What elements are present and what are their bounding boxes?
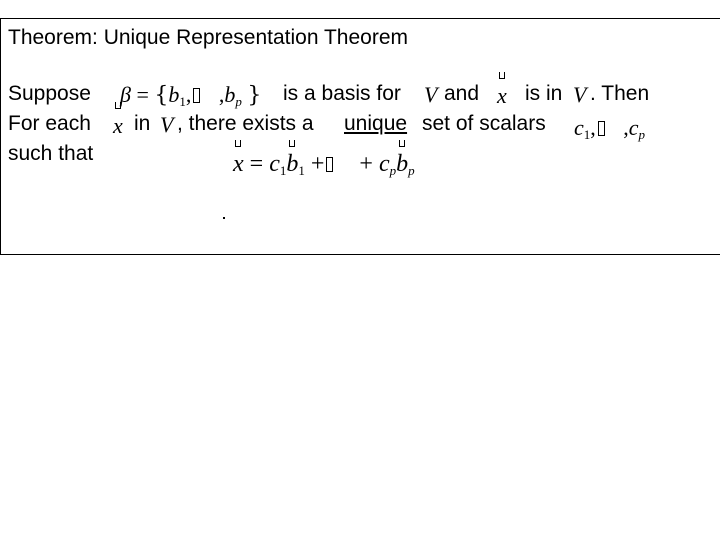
scalar-c1: c — [574, 115, 584, 140]
representation-equation: x = c1 b1 + + cp bp — [233, 140, 415, 183]
line1-lead: Suppose — [8, 82, 91, 105]
vector-arrow-icon — [498, 72, 505, 79]
vector-x: x — [497, 72, 507, 108]
bp-subscript: p — [235, 94, 242, 109]
beta-symbol: β — [120, 82, 131, 107]
line1-end: . Then — [590, 82, 650, 105]
line2-lead: For each — [8, 112, 91, 135]
vector-arrow-icon — [399, 140, 406, 147]
scalar-cp: c — [628, 115, 639, 140]
basis-vector-bp: b — [396, 151, 409, 177]
basis-set-expression: β = {b1, ,bp } — [120, 83, 261, 114]
vector-arrow-icon — [114, 102, 121, 109]
equals-sign: = — [249, 151, 264, 177]
line1-and: and — [444, 82, 480, 105]
scalar-cp: c — [378, 151, 390, 177]
plus-sign: + — [310, 151, 325, 177]
space-V: V — [573, 82, 587, 107]
ellipsis-placeholder-icon — [597, 121, 605, 136]
x-symbol: x — [113, 113, 123, 138]
vector-x: x — [113, 102, 123, 138]
line2-mid: , there exists a — [177, 112, 314, 135]
space-V: V — [160, 112, 174, 137]
close-brace: } — [247, 83, 262, 108]
comma: , — [590, 115, 596, 140]
line2-in: in — [134, 112, 151, 135]
equals-sign: = — [136, 82, 149, 107]
ellipsis-placeholder-icon — [193, 88, 201, 103]
ellipsis-placeholder-icon — [326, 157, 334, 172]
line3-lead: such that — [8, 142, 94, 165]
space-V: V — [424, 82, 438, 107]
unique-emphasis: unique — [344, 112, 408, 135]
plus-sign: + — [359, 151, 373, 177]
line1-mid: is a basis for — [283, 82, 401, 105]
x-symbol: x — [497, 83, 507, 108]
b1-subscript: 1 — [298, 163, 305, 178]
basis-vector-b1: b — [286, 151, 299, 177]
scalar-c1: c — [269, 151, 280, 177]
line1-tail: is in — [525, 82, 563, 105]
x-symbol: x — [233, 151, 244, 177]
vector-arrow-icon — [289, 140, 296, 147]
vector-arrow-icon — [235, 140, 242, 147]
comma: , — [185, 82, 192, 107]
open-brace: { — [154, 83, 169, 108]
theorem-title: Theorem: Unique Representation Theorem — [8, 26, 408, 49]
cp-subscript: p — [638, 127, 646, 142]
scalar-list: c1, ,cp — [574, 116, 645, 147]
basis-vector-b1: b — [168, 82, 180, 107]
period-dot — [223, 217, 225, 219]
bp-subscript: p — [408, 163, 415, 178]
line2-tail: set of scalars — [422, 112, 546, 135]
basis-vector-bp: b — [224, 82, 236, 107]
